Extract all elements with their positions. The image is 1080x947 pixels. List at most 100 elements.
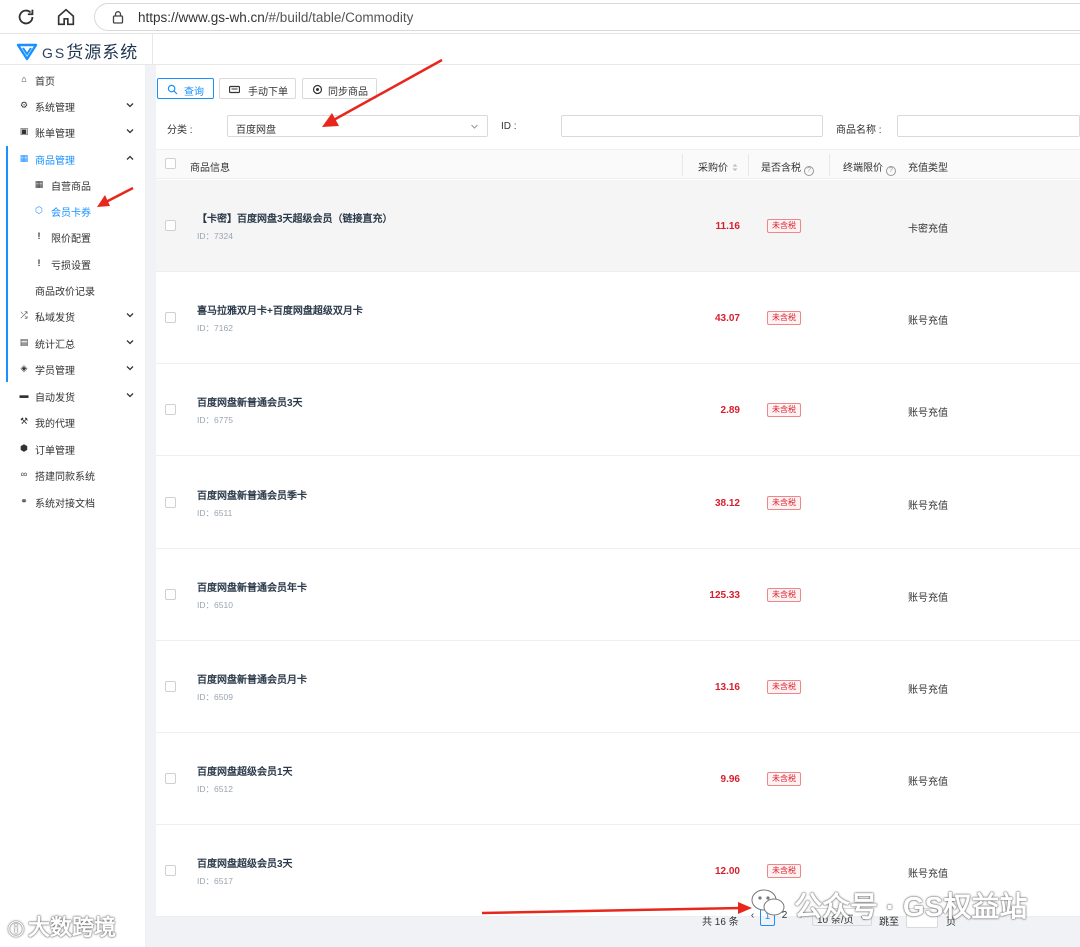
- tax-status-badge: 未含税: [767, 219, 801, 233]
- table-row[interactable]: 百度网盘新普通会员季卡 ID：6511 38.12 未含税 账号充值: [156, 456, 1080, 549]
- sync-products-button[interactable]: 同步商品: [302, 78, 377, 99]
- logo[interactable]: GS货源系统: [0, 34, 153, 65]
- product-id: ID：6517: [197, 875, 233, 887]
- sidebar-subitem-loss-settings[interactable]: ! 亏损设置: [6, 250, 146, 276]
- purchase-price: 38.12: [714, 497, 740, 509]
- chain-icon: ∞: [20, 469, 28, 479]
- money-icon: ▣: [19, 126, 29, 136]
- table-row[interactable]: 百度网盘超级会员1天 ID：6512 9.96 未含税 账号充值: [156, 733, 1080, 826]
- row-checkbox[interactable]: [165, 496, 176, 508]
- purchase-price: 125.33: [709, 589, 740, 601]
- sidebar-subitem-label: 亏损设置: [51, 261, 91, 272]
- purchase-price: 12.00: [714, 866, 740, 878]
- row-checkbox[interactable]: [165, 681, 176, 692]
- main-content: 查询 手动下单 同步商品 分类 : 百度网盘 ID : 商品名称 : 商品信息 …: [146, 65, 1080, 947]
- product-id-prefix: ID：: [197, 599, 215, 610]
- address-bar[interactable]: https://www.gs-wh.cn/#/build/table/Commo…: [94, 3, 1080, 31]
- sidebar-item-private-delivery[interactable]: ⤮ 私域发货: [6, 302, 146, 328]
- product-id-prefix: ID：: [197, 876, 215, 887]
- sidebar-item-label: 学员管理: [35, 366, 75, 377]
- recharge-type: 卡密充值: [908, 224, 948, 235]
- sidebar-item-bills[interactable]: ▣ 账单管理: [6, 118, 146, 144]
- select-all-checkbox[interactable]: [165, 158, 176, 169]
- header-tax-label: 是否含税: [761, 163, 801, 174]
- category-select-value: 百度网盘: [236, 125, 276, 136]
- product-id: ID：6509: [197, 691, 233, 703]
- browser-bar: https://www.gs-wh.cn/#/build/table/Commo…: [0, 0, 1080, 34]
- table-row[interactable]: 喜马拉雅双月卡+百度网盘超级双月卡 ID：7162 43.07 未含税 账号充值: [156, 272, 1080, 365]
- id-filter-input[interactable]: [561, 115, 823, 137]
- sidebar-subitem-own-products[interactable]: ▦ 自营商品: [6, 171, 146, 197]
- sidebar-item-products[interactable]: ▦ 商品管理: [6, 145, 146, 171]
- manual-order-button[interactable]: 手动下单: [219, 78, 296, 99]
- recharge-type: 账号充值: [908, 592, 948, 604]
- recharge-type: 账号充值: [908, 869, 948, 881]
- sidebar-item-label: 商品管理: [35, 156, 75, 167]
- tax-status-badge: 未含税: [767, 772, 801, 787]
- table-row[interactable]: 【卡密】百度网盘3天超级会员（链接直充） ID：7324 11.16 未含税 卡密充值: [156, 180, 1080, 272]
- table-row[interactable]: 百度网盘新普通会员月卡 ID：6509 13.16 未含税 账号充值: [156, 641, 1080, 733]
- product-id-prefix: ID：: [197, 784, 215, 795]
- sync-icon: [312, 84, 323, 95]
- sidebar-subitem-price-limit[interactable]: ! 限价配置: [6, 223, 146, 249]
- header-recharge-type: 充值类型: [908, 163, 948, 174]
- product-id-value: 6512: [214, 784, 233, 795]
- product-id-value: 6510: [214, 599, 233, 610]
- category-filter-label: 分类 :: [167, 125, 193, 136]
- logo-icon: [16, 43, 38, 61]
- product-id-prefix: ID：: [197, 507, 215, 518]
- row-checkbox[interactable]: [165, 865, 176, 877]
- query-button[interactable]: 查询: [157, 78, 214, 99]
- header-purchase-price[interactable]: 采购价: [698, 159, 738, 174]
- purchase-price: 9.96: [720, 774, 740, 786]
- row-checkbox[interactable]: [165, 773, 176, 785]
- row-checkbox[interactable]: [165, 404, 176, 416]
- sidebar-subitem-label: 自营商品: [51, 182, 91, 193]
- category-select[interactable]: 百度网盘: [227, 115, 488, 137]
- product-id-prefix: ID：: [197, 415, 215, 426]
- product-name: 百度网盘新普通会员3天: [197, 398, 303, 410]
- sidebar-item-auto-delivery[interactable]: ▬ 自动发货: [6, 382, 146, 408]
- shuffle-icon: ⤮: [20, 310, 28, 320]
- query-button-label: 查询: [184, 87, 204, 98]
- watermark-text: 公众号 · GS权益站: [794, 891, 1028, 922]
- row-checkbox[interactable]: [165, 312, 176, 324]
- sidebar-subitem-member-cards[interactable]: ⬡ 会员卡券: [6, 197, 146, 223]
- name-filter-label: 商品名称 :: [836, 125, 882, 136]
- recharge-type: 账号充值: [908, 777, 948, 789]
- purchase-price: 43.07: [714, 313, 740, 325]
- app-header: GS货源系统: [0, 34, 1080, 65]
- sidebar-item-api-docs[interactable]: ⚭ 系统对接文档: [6, 488, 146, 514]
- question-icon[interactable]: ?: [804, 166, 814, 176]
- sidebar-item-home[interactable]: ⌂ 首页: [6, 66, 146, 92]
- sidebar-subitem-price-history[interactable]: 商品改价记录: [6, 276, 146, 302]
- sidebar-item-students[interactable]: ◈ 学员管理: [6, 355, 146, 381]
- product-id-prefix: ID：: [197, 231, 215, 241]
- table-row[interactable]: 百度网盘新普通会员3天 ID：6775 2.89 未含税 账号充值: [156, 364, 1080, 457]
- sidebar-item-system[interactable]: ⚙ 系统管理: [6, 92, 146, 118]
- product-id-value: 6509: [214, 692, 233, 702]
- product-name: 百度网盘新普通会员年卡: [197, 582, 307, 594]
- cube-icon: ⬢: [20, 443, 28, 453]
- sidebar-item-orders[interactable]: ⬢ 订单管理: [6, 435, 146, 461]
- sort-icon[interactable]: [732, 163, 738, 172]
- tax-status-badge: 未含税: [767, 403, 801, 418]
- tax-status-badge: 未含税: [767, 311, 801, 326]
- id-filter-label: ID :: [501, 121, 517, 132]
- column-divider: [682, 154, 683, 176]
- purchase-price: 2.89: [720, 405, 740, 417]
- row-checkbox[interactable]: [165, 588, 176, 600]
- home-icon[interactable]: [55, 6, 77, 28]
- name-filter-input[interactable]: [897, 115, 1080, 137]
- question-icon[interactable]: ?: [886, 166, 896, 176]
- brand-logo-icon: ⓘ: [8, 922, 25, 939]
- sidebar-item-build-system[interactable]: ∞ 搭建同款系统: [6, 461, 146, 487]
- reload-icon[interactable]: [15, 6, 37, 28]
- sidebar-item-statistics[interactable]: ▤ 统计汇总: [6, 329, 146, 355]
- product-id: ID：6511: [197, 507, 232, 519]
- lock-icon[interactable]: [111, 10, 125, 24]
- product-id-value: 6517: [214, 876, 233, 887]
- row-checkbox[interactable]: [165, 220, 176, 231]
- table-row[interactable]: 百度网盘新普通会员年卡 ID：6510 125.33 未含税 账号充值: [156, 548, 1080, 641]
- sidebar-item-my-agents[interactable]: ⚒ 我的代理: [6, 408, 146, 434]
